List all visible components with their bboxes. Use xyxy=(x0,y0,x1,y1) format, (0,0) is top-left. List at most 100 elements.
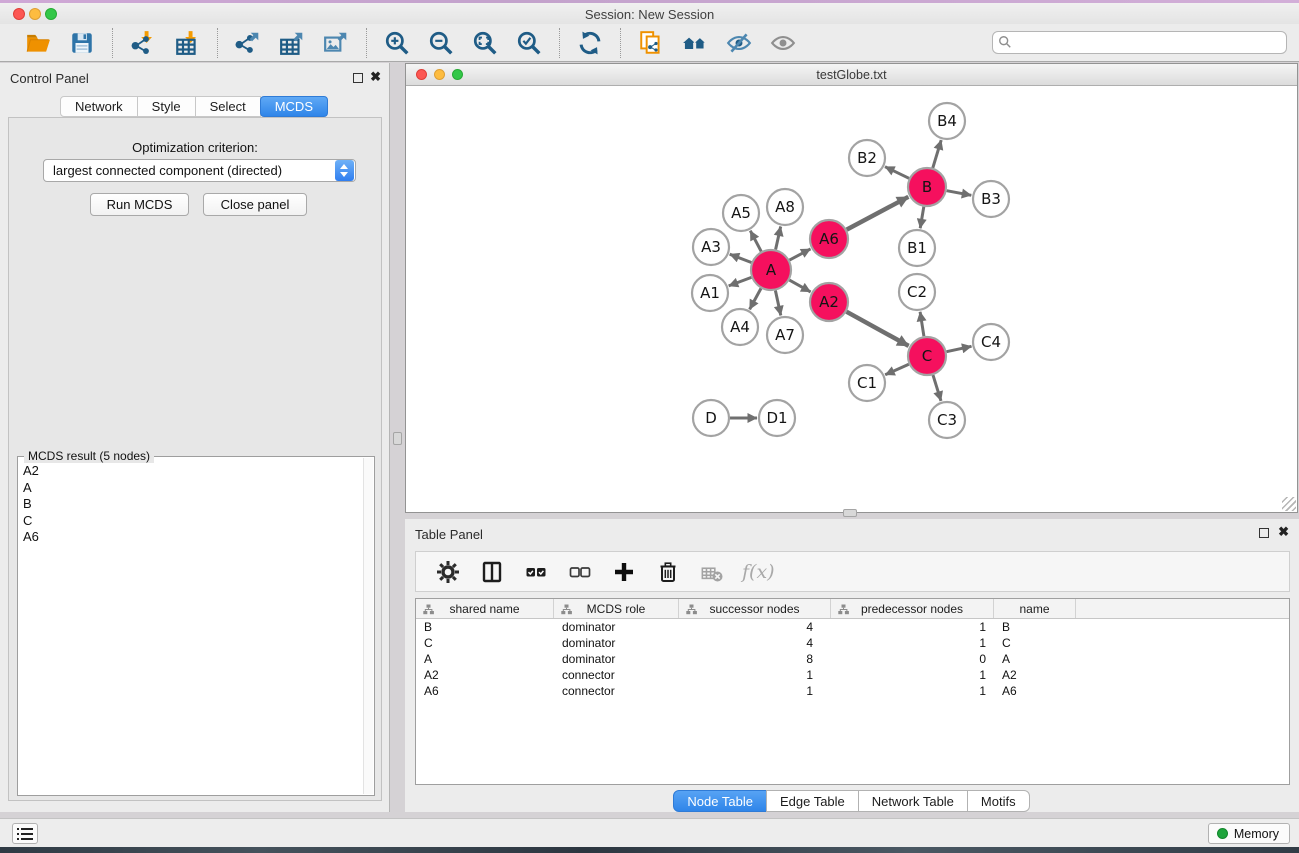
split-panel-button[interactable] xyxy=(478,558,506,586)
tab-network-table[interactable]: Network Table xyxy=(858,790,968,812)
graph-node-C2[interactable]: C2 xyxy=(899,274,935,310)
graph-edge-B-B2[interactable] xyxy=(885,167,909,179)
graph-edge-A2-C[interactable] xyxy=(847,312,909,346)
graph-node-A1[interactable]: A1 xyxy=(692,275,728,311)
table-close-panel-icon[interactable]: ✖ xyxy=(1278,524,1289,540)
table-cell[interactable]: dominator xyxy=(554,619,679,635)
tab-node-table[interactable]: Node Table xyxy=(673,790,767,812)
graph-node-A8[interactable]: A8 xyxy=(767,189,803,225)
table-cell[interactable]: connector xyxy=(554,667,679,683)
eye-slash-button[interactable] xyxy=(723,28,755,58)
float-panel-icon[interactable] xyxy=(353,73,363,83)
column-header-name[interactable]: name xyxy=(994,599,1076,618)
table-cell[interactable]: 1 xyxy=(831,635,994,651)
export-network-button[interactable] xyxy=(232,28,264,58)
resize-grip-icon[interactable] xyxy=(1282,497,1296,511)
table-cell[interactable]: 1 xyxy=(831,619,994,635)
result-list-item[interactable]: A6 xyxy=(20,529,362,546)
task-history-button[interactable] xyxy=(12,823,38,844)
table-row[interactable]: A6connector11A6 xyxy=(416,683,1289,699)
table-cell[interactable]: C xyxy=(994,635,1076,651)
delete-columns-button[interactable] xyxy=(654,558,682,586)
export-table-button[interactable] xyxy=(276,28,308,58)
network-canvas[interactable]: AA6A2BCA5A8A3A1A4A7B2B4B3B1C2C4C1C3DD1 xyxy=(406,86,1297,511)
column-header-predecessor-nodes[interactable]: predecessor nodes xyxy=(831,599,994,618)
table-cell[interactable]: 1 xyxy=(831,683,994,699)
graph-edge-C-C2[interactable] xyxy=(920,312,924,336)
table-cell[interactable]: 4 xyxy=(679,635,831,651)
refresh-button[interactable] xyxy=(574,28,606,58)
settings-gear-button[interactable] xyxy=(434,558,462,586)
graph-node-C4[interactable]: C4 xyxy=(973,324,1009,360)
table-cell[interactable]: dominator xyxy=(554,635,679,651)
table-cell[interactable]: A6 xyxy=(416,683,554,699)
graph-node-A[interactable]: A xyxy=(751,250,791,290)
table-cell[interactable]: A2 xyxy=(994,667,1076,683)
graph-node-A6[interactable]: A6 xyxy=(810,220,848,258)
open-folder-button[interactable] xyxy=(22,28,54,58)
result-list-item[interactable]: A2 xyxy=(20,463,362,480)
graph-edge-A-A8[interactable] xyxy=(776,227,781,250)
graph-node-B1[interactable]: B1 xyxy=(899,230,935,266)
graph-edge-A6-B[interactable] xyxy=(847,197,909,230)
graph-edge-A-A6[interactable] xyxy=(790,249,811,260)
create-column-button[interactable] xyxy=(610,558,638,586)
graph-edge-B-B3[interactable] xyxy=(947,191,972,196)
column-header-shared-name[interactable]: shared name xyxy=(416,599,554,618)
tab-edge-table[interactable]: Edge Table xyxy=(766,790,859,812)
horizontal-divider-grabber[interactable] xyxy=(843,509,857,517)
graph-node-B3[interactable]: B3 xyxy=(973,181,1009,217)
homes-button[interactable] xyxy=(679,28,711,58)
export-image-button[interactable] xyxy=(320,28,352,58)
close-panel-button[interactable]: Close panel xyxy=(203,193,307,216)
table-cell[interactable]: 8 xyxy=(679,651,831,667)
table-cell[interactable]: 4 xyxy=(679,619,831,635)
table-cell[interactable]: 1 xyxy=(831,667,994,683)
zoom-selected-button[interactable] xyxy=(513,28,545,58)
graph-node-A7[interactable]: A7 xyxy=(767,317,803,353)
table-cell[interactable]: A xyxy=(994,651,1076,667)
graph-node-A4[interactable]: A4 xyxy=(722,309,758,345)
table-cell[interactable]: B xyxy=(416,619,554,635)
graph-node-A3[interactable]: A3 xyxy=(693,229,729,265)
vertical-divider-grabber[interactable] xyxy=(393,432,402,445)
graph-edge-A-A3[interactable] xyxy=(730,254,752,262)
graph-edge-A-A7[interactable] xyxy=(775,291,780,316)
tab-motifs[interactable]: Motifs xyxy=(967,790,1030,812)
graph-node-B[interactable]: B xyxy=(908,168,946,206)
graph-node-D1[interactable]: D1 xyxy=(759,400,795,436)
search-input[interactable] xyxy=(992,31,1287,54)
graph-edge-A-A5[interactable] xyxy=(750,231,761,252)
graph-edge-A-A1[interactable] xyxy=(729,277,752,286)
result-list-item[interactable]: B xyxy=(20,496,362,513)
graph-node-B4[interactable]: B4 xyxy=(929,103,965,139)
result-scrollbar[interactable] xyxy=(363,458,373,794)
import-network-button[interactable] xyxy=(127,28,159,58)
graph-node-C[interactable]: C xyxy=(908,337,946,375)
graph-edge-B-B4[interactable] xyxy=(933,140,941,168)
table-cell[interactable]: 0 xyxy=(831,651,994,667)
graph-edge-C-C4[interactable] xyxy=(947,346,972,351)
table-cell[interactable]: A xyxy=(416,651,554,667)
tab-network[interactable]: Network xyxy=(60,96,138,117)
table-row[interactable]: A2connector11A2 xyxy=(416,667,1289,683)
table-cell[interactable]: A2 xyxy=(416,667,554,683)
table-cell[interactable]: B xyxy=(994,619,1076,635)
import-table-button[interactable] xyxy=(171,28,203,58)
close-panel-icon[interactable]: ✖ xyxy=(370,69,381,85)
result-list-item[interactable]: A xyxy=(20,480,362,497)
zoom-in-button[interactable] xyxy=(381,28,413,58)
table-cell[interactable]: dominator xyxy=(554,651,679,667)
graph-edge-B-B1[interactable] xyxy=(920,207,924,229)
graph-node-A2[interactable]: A2 xyxy=(810,283,848,321)
table-cell[interactable]: 1 xyxy=(679,667,831,683)
column-header-successor-nodes[interactable]: successor nodes xyxy=(679,599,831,618)
network-from-selection-button[interactable] xyxy=(635,28,667,58)
column-header-MCDS-role[interactable]: MCDS role xyxy=(554,599,679,618)
memory-button[interactable]: Memory xyxy=(1208,823,1290,844)
graph-edge-A-A4[interactable] xyxy=(750,288,761,309)
table-cell[interactable]: A6 xyxy=(994,683,1076,699)
graph-edge-A-A2[interactable] xyxy=(789,280,810,292)
graph-node-C3[interactable]: C3 xyxy=(929,402,965,438)
table-cell[interactable]: 1 xyxy=(679,683,831,699)
